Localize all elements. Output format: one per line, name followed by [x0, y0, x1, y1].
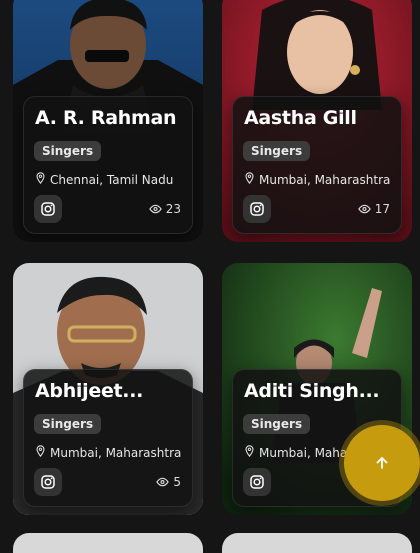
- instagram-button[interactable]: [243, 468, 271, 496]
- category-badge: Singers: [34, 414, 102, 434]
- next-artist-card[interactable]: [13, 533, 203, 553]
- view-count-value: 23: [165, 202, 181, 216]
- artist-location: Mumbai, Maharashtra: [244, 172, 390, 187]
- location-pin-icon: [244, 172, 255, 187]
- location-text: Chennai, Tamil Nadu: [50, 172, 174, 187]
- artist-name: Abhijeet...: [35, 380, 144, 402]
- artist-card-aastha[interactable]: Aastha Gill Singers Mumbai, Maharashtra …: [222, 0, 412, 242]
- artist-info-panel: Aastha Gill Singers Mumbai, Maharashtra …: [232, 96, 402, 234]
- location-pin-icon: [35, 445, 46, 460]
- instagram-icon: [41, 475, 55, 489]
- location-pin-icon: [35, 172, 46, 187]
- artist-info-panel: Abhijeet... Singers Mumbai, Maharashtra …: [23, 369, 193, 507]
- artist-card-abhijeet[interactable]: Abhijeet... Singers Mumbai, Maharashtra …: [13, 263, 203, 515]
- scroll-to-top-button[interactable]: [344, 425, 420, 501]
- eye-icon: [357, 204, 371, 214]
- instagram-button[interactable]: [34, 468, 62, 496]
- view-count: 23: [148, 202, 181, 216]
- view-count: 5: [156, 475, 181, 489]
- instagram-button[interactable]: [243, 195, 271, 223]
- instagram-button[interactable]: [34, 195, 62, 223]
- artist-name: Aditi Singh...: [244, 380, 380, 402]
- view-count-value: 5: [173, 475, 181, 489]
- category-badge: Singers: [243, 141, 311, 161]
- artist-info-panel: A. R. Rahman Singers Chennai, Tamil Nadu…: [23, 96, 193, 234]
- view-count: 17: [357, 202, 390, 216]
- location-text: Mumbai, Maharashtra: [50, 445, 182, 460]
- eye-icon: [156, 477, 170, 487]
- next-artist-card[interactable]: [222, 533, 412, 553]
- artist-location: Mumbai, Maharashtra: [35, 445, 181, 460]
- category-badge: Singers: [243, 414, 311, 434]
- category-badge: Singers: [34, 141, 102, 161]
- instagram-icon: [41, 202, 55, 216]
- view-count-value: 17: [374, 202, 390, 216]
- artist-card-rahman[interactable]: A. R. Rahman Singers Chennai, Tamil Nadu…: [13, 0, 203, 242]
- arrow-up-icon: [376, 457, 388, 469]
- instagram-icon: [250, 202, 264, 216]
- eye-icon: [148, 204, 162, 214]
- artist-location: Chennai, Tamil Nadu: [35, 172, 173, 187]
- location-pin-icon: [244, 445, 255, 460]
- artist-name: A. R. Rahman: [35, 107, 177, 129]
- instagram-icon: [250, 475, 264, 489]
- artist-name: Aastha Gill: [244, 107, 357, 129]
- location-text: Mumbai, Maharashtra: [259, 172, 391, 187]
